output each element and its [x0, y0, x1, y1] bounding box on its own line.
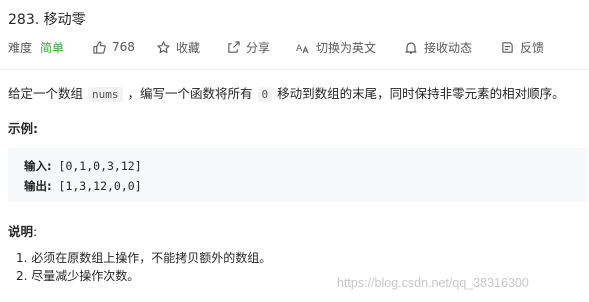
notes-title-text: 说明 — [8, 224, 34, 239]
favorite-button[interactable]: 收藏 — [156, 39, 226, 56]
watermark: https://blog.csdn.net/qq_38316300 — [337, 276, 529, 290]
output-value: [1,3,12,0,0] — [51, 179, 142, 193]
translate-label: 切换为英文 — [316, 40, 377, 55]
divider — [0, 69, 589, 70]
difficulty-value: 简单 — [40, 40, 65, 55]
problem-description: 给定一个数组 nums ，编写一个函数将所有 0 移动到数组的末尾，同时保持非零元素的相… — [8, 83, 565, 102]
svg-text:A: A — [296, 44, 303, 54]
bell-icon — [404, 40, 418, 54]
star-icon — [156, 40, 170, 54]
feedback-icon — [500, 40, 514, 54]
inline-code-zero: 0 — [257, 87, 273, 102]
notes-title-colon: : — [33, 224, 38, 239]
share-button[interactable]: 分享 — [226, 39, 296, 56]
list-item: 2. 尽量减少操作次数。 — [16, 269, 140, 283]
inline-code-nums: nums — [88, 87, 123, 102]
like-button[interactable]: 768 — [92, 40, 156, 54]
problem-toolbar: 难度 简单 768 收藏 分享 A 切换为英文 接收动态 反馈 — [8, 38, 560, 56]
feedback-button[interactable]: 反馈 — [500, 39, 560, 56]
translate-icon: A — [296, 40, 310, 54]
notify-button[interactable]: 接收动态 — [404, 39, 500, 56]
example-title: 示例: — [8, 121, 38, 136]
example-input-line: 输入: [0,1,0,3,12] — [24, 158, 142, 174]
like-count: 768 — [112, 40, 135, 54]
favorite-label: 收藏 — [176, 40, 201, 55]
thumbs-up-icon — [92, 40, 106, 54]
translate-button[interactable]: A 切换为英文 — [296, 39, 404, 56]
list-item: 1. 必须在原数组上操作，不能拷贝额外的数组。 — [16, 251, 272, 265]
difficulty-label: 难度 — [8, 40, 33, 55]
description-text: 给定一个数组 — [8, 86, 84, 101]
notes-title: 说明: — [8, 221, 37, 240]
problem-title: 283. 移动零 — [8, 12, 86, 28]
difficulty: 难度 简单 — [8, 39, 92, 56]
notes-list: 1. 必须在原数组上操作，不能拷贝额外的数组。 2. 尽量减少操作次数。 — [16, 249, 271, 285]
share-label: 分享 — [246, 40, 271, 55]
input-label: 输入: — [24, 159, 52, 173]
notify-label: 接收动态 — [424, 40, 473, 55]
output-label: 输出: — [24, 179, 52, 193]
description-text: 移动到数组的末尾，同时保持非零元素的相对顺序。 — [277, 86, 565, 101]
share-icon — [226, 40, 240, 54]
feedback-label: 反馈 — [520, 40, 545, 55]
example-block: 输入: [0,1,0,3,12] 输出: [1,3,12,0,0] — [8, 148, 588, 202]
example-output-line: 输出: [1,3,12,0,0] — [24, 178, 142, 194]
input-value: [0,1,0,3,12] — [51, 159, 142, 173]
description-text: ，编写一个函数将所有 — [127, 86, 253, 101]
